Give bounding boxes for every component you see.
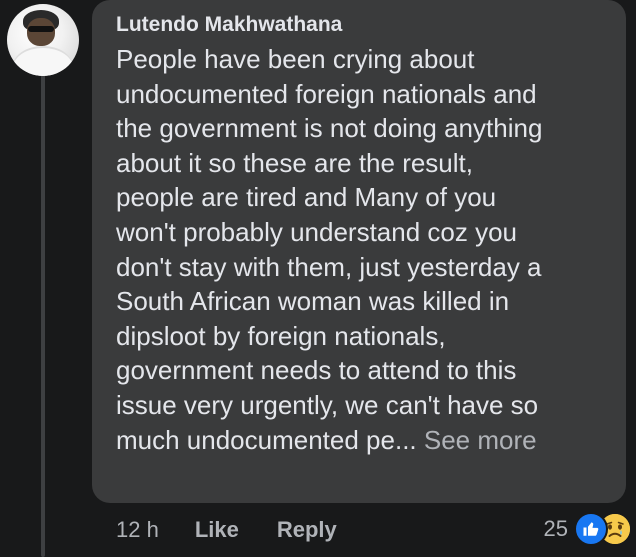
avatar[interactable]	[7, 4, 79, 76]
comment-line: people are tired and Many of you	[116, 182, 497, 213]
avatar-glasses	[28, 26, 54, 32]
reactions-summary[interactable]: 25	[544, 511, 632, 547]
comment-bubble: Lutendo Makhwathana People have been cry…	[92, 0, 626, 503]
avatar-shirt	[13, 46, 73, 76]
comment-line-last: much undocumented pe... See more	[116, 423, 612, 458]
comment-line: undocumented foreign nationals and	[116, 78, 537, 109]
comment-line: People have been crying about	[116, 44, 475, 74]
comment-line: government needs to attend to this	[116, 355, 517, 386]
comment-line: dipsloot by foreign nationals,	[116, 320, 446, 351]
comment-line: South African woman was killed in	[116, 286, 510, 317]
reply-button[interactable]: Reply	[277, 517, 337, 543]
like-button[interactable]: Like	[195, 517, 239, 543]
see-more-link[interactable]: See more	[424, 425, 537, 455]
thread-line	[41, 72, 45, 557]
thumbs-up-icon	[574, 512, 608, 546]
comment-timestamp[interactable]: 12 h	[116, 517, 159, 543]
comment-line-truncated: much undocumented pe...	[116, 424, 417, 455]
comment-text: People have been crying about undocument…	[116, 42, 612, 457]
comment-author[interactable]: Lutendo Makhwathana	[116, 12, 612, 38]
comment-line: don't stay with them, just yesterday a	[116, 251, 542, 282]
comment-line: the government is not doing anything	[116, 113, 543, 144]
comment-actions: 12 h Like Reply	[116, 513, 375, 547]
reaction-count[interactable]: 25	[544, 516, 568, 542]
comment-line: issue very urgently, we can't have so	[116, 389, 539, 420]
comment-line: won't probably understand coz you	[116, 216, 517, 247]
comment-line: about it so these are the result,	[116, 147, 473, 178]
avatar-face	[27, 18, 55, 46]
